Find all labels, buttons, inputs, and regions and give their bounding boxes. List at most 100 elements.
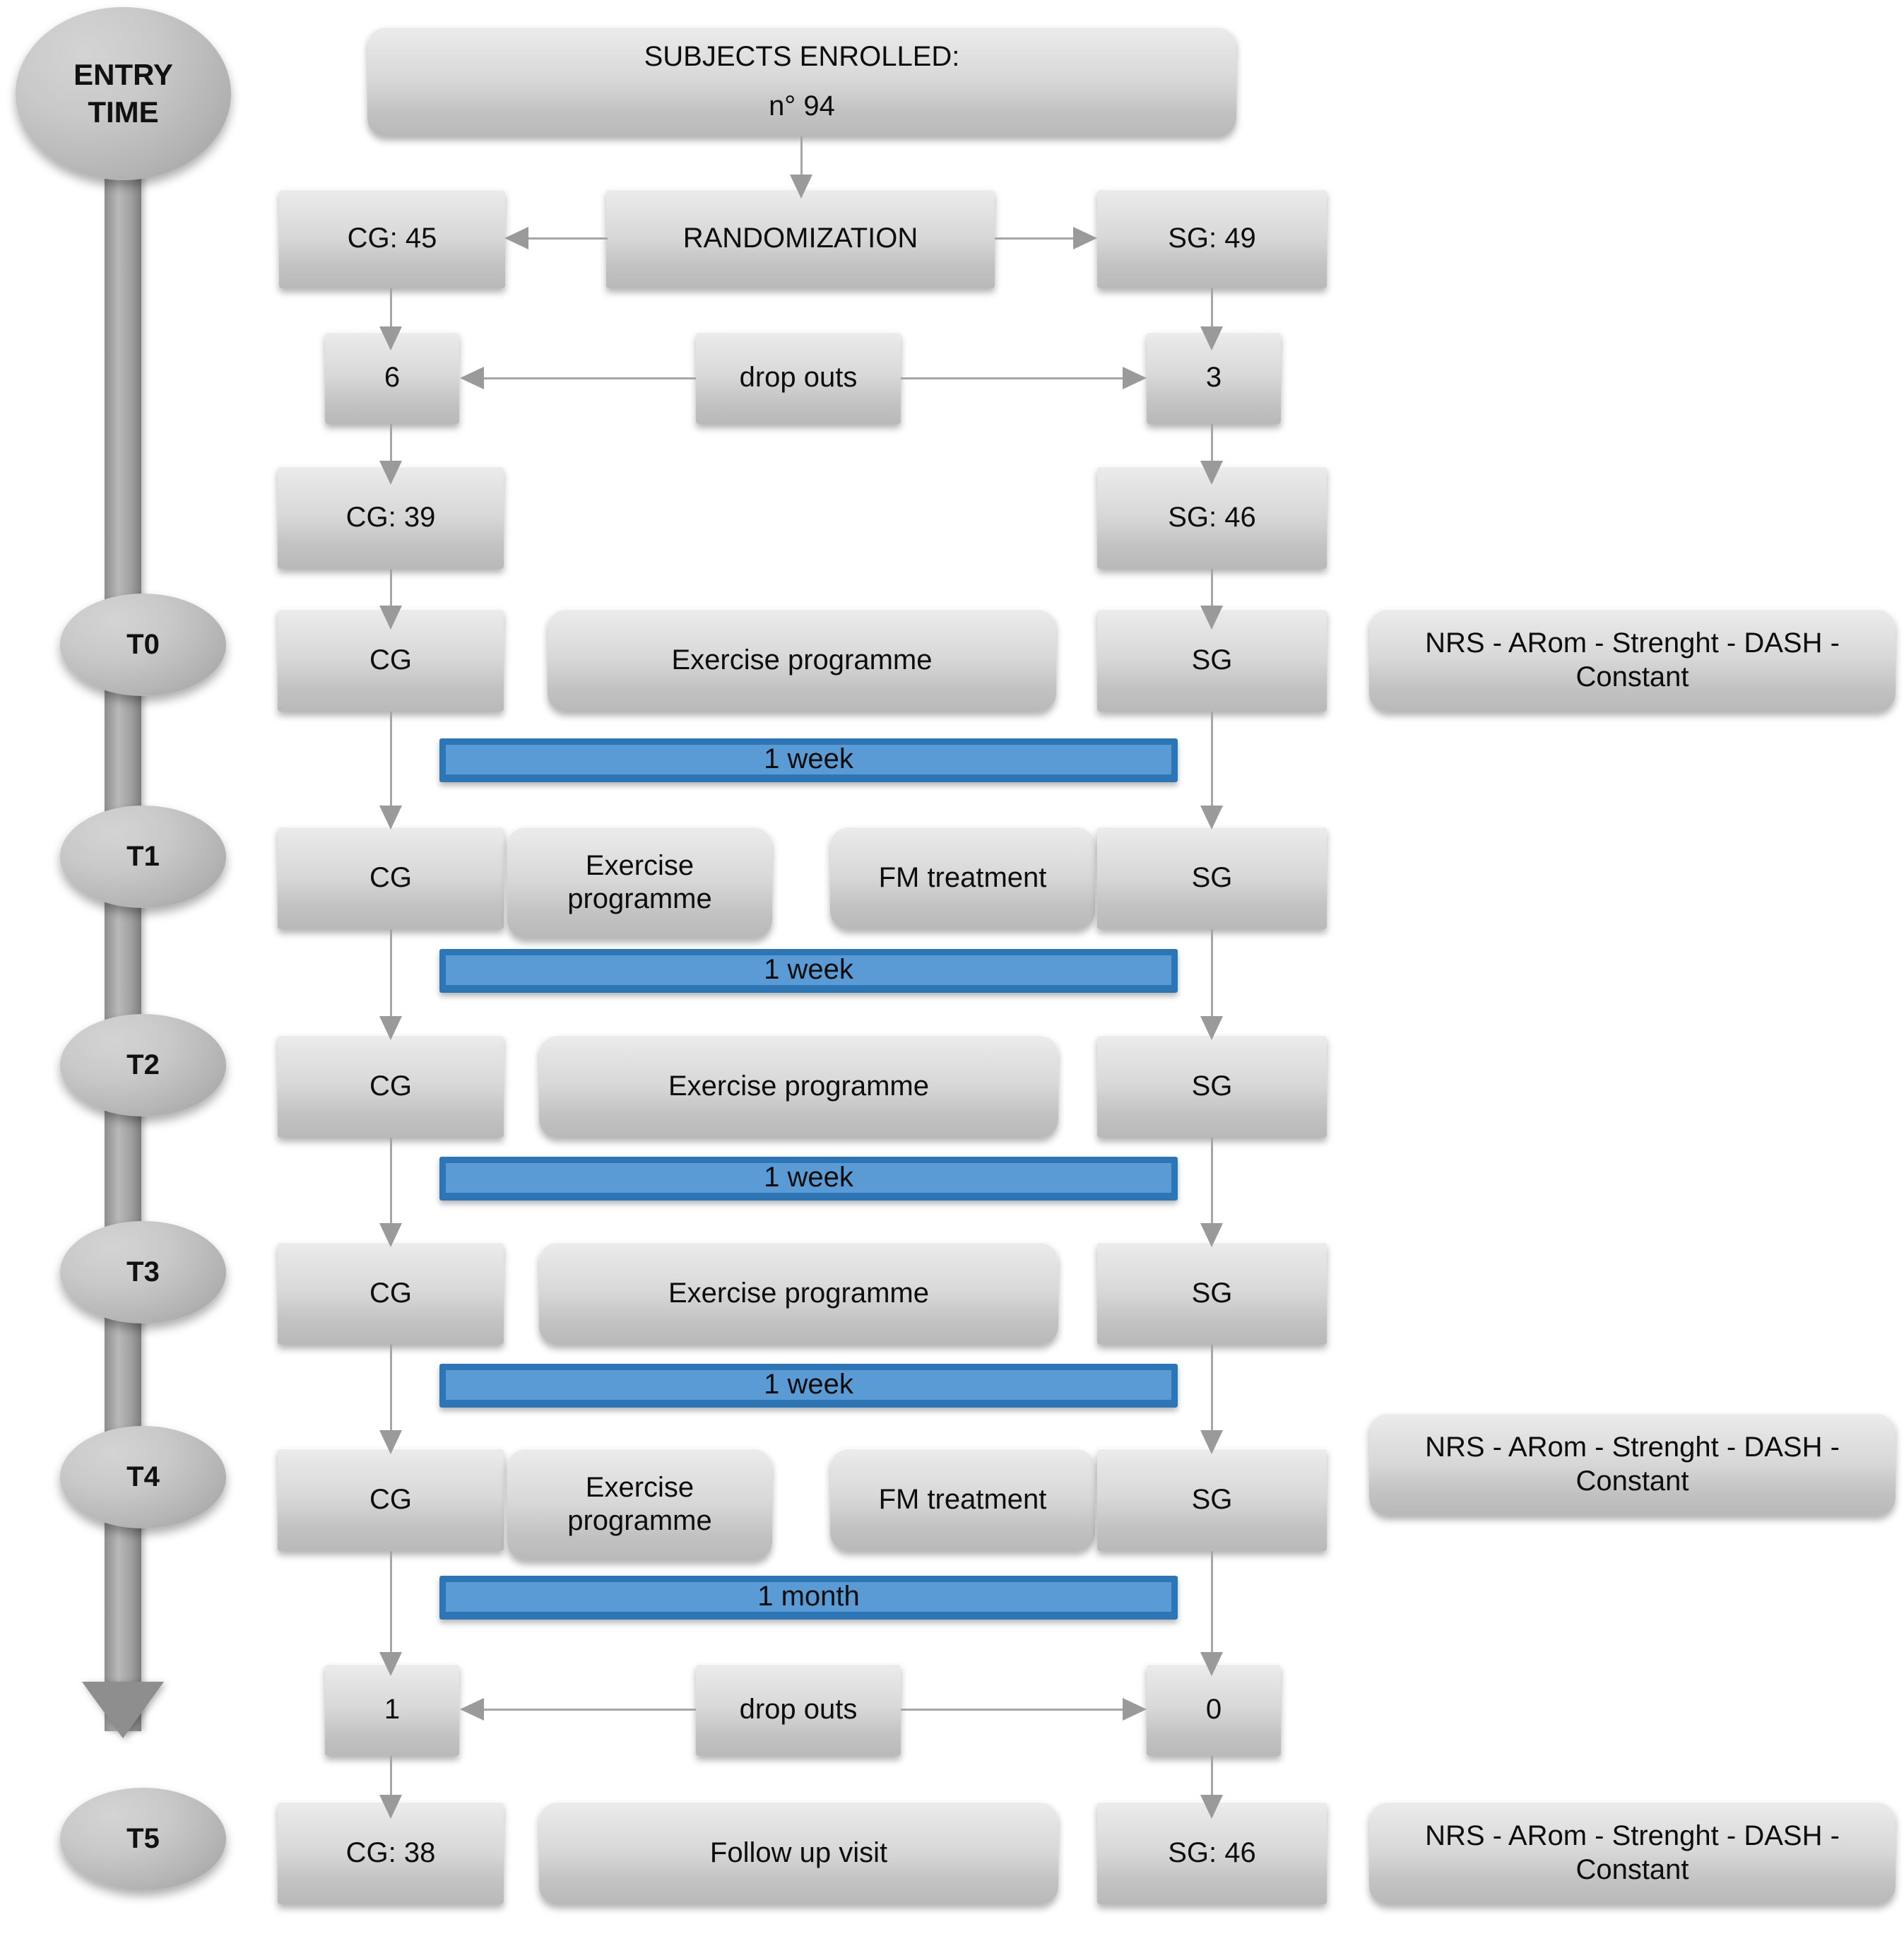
t5-assessment-box: NRS - ARom - Strenght - DASH - Constant: [1369, 1802, 1896, 1904]
t0-study-label: SG: [1191, 644, 1233, 676]
t4-control-label: CG: [369, 1483, 412, 1515]
timeline-entry-time: ENTRY TIME: [16, 7, 231, 180]
control-group-initial-box: CG: 45: [279, 189, 505, 288]
connector-t2-to-t3-study-arrow-icon: [1200, 1223, 1223, 1247]
t4-assessment-box: NRS - ARom - Strenght - DASH - Constant: [1369, 1413, 1896, 1516]
interval-t0-t1-label: 1 week: [764, 743, 853, 775]
connector-t1-to-t2-study: [1211, 929, 1213, 1021]
dropouts-first-label-box: drop outs: [696, 332, 901, 424]
t2-control-label: CG: [369, 1070, 412, 1102]
dropouts-second-study-box: 0: [1147, 1664, 1281, 1756]
connector-cg39-to-t0-arrow-icon: [379, 606, 402, 630]
dropouts-second-label-box: drop outs: [696, 1664, 901, 1756]
connector-t2-to-t3-control-arrow-icon: [379, 1223, 402, 1247]
connector-randomization-to-control: [528, 237, 608, 240]
connector-t0-to-t1-control-arrow-icon: [379, 806, 402, 830]
connector-dropouts-second-to-t5-study-arrow-icon: [1200, 1795, 1223, 1819]
interval-t4-t5-label: 1 month: [757, 1581, 860, 1612]
connector-randomization-to-study: [995, 237, 1073, 240]
subjects-enrolled-count: n° 94: [769, 90, 835, 122]
connector-t3-to-t4-control-arrow-icon: [379, 1430, 402, 1454]
connector-randomization-to-control-arrow-icon: [504, 227, 528, 249]
interval-t0-t1-bar: 1 week: [439, 738, 1178, 782]
t5-middle-label: Follow up visit: [709, 1836, 888, 1868]
connector-t1-to-t2-control: [390, 929, 392, 1021]
t4-study-box: SG: [1097, 1449, 1327, 1551]
t3-control-label: CG: [369, 1277, 412, 1309]
connector-t1-to-t2-control-arrow-icon: [379, 1016, 402, 1040]
connector-dropouts-second-to-control-arrow-icon: [460, 1698, 484, 1721]
t1-middle-box: FM treatment: [830, 827, 1095, 929]
t2-control-box: CG: [278, 1035, 504, 1138]
connector-dropouts-to-sg46-arrow-icon: [1200, 461, 1223, 485]
t0-assessment-box: NRS - ARom - Strenght - DASH - Constant: [1369, 609, 1896, 712]
connector-t4-to-dropouts-second-study-arrow-icon: [1200, 1652, 1223, 1676]
t2-middle-box: Exercise programme: [539, 1035, 1058, 1138]
connector-t1-to-t2-study-arrow-icon: [1200, 1016, 1223, 1040]
connector-t0-to-t1-study: [1211, 712, 1213, 810]
interval-t2-t3-bar: 1 week: [439, 1157, 1178, 1201]
study-group-initial-box: SG: 49: [1097, 189, 1327, 288]
connector-t0-to-t1-control: [390, 712, 392, 810]
t4-middle-box: FM treatment: [830, 1449, 1095, 1551]
connector-sg49-to-dropouts: [1211, 288, 1213, 332]
connector-t3-to-t4-study: [1211, 1345, 1213, 1435]
t5-study-label: SG: 46: [1168, 1836, 1256, 1868]
connector-t2-to-t3-study: [1211, 1138, 1213, 1228]
timeline-arrowhead-icon: [82, 1682, 164, 1738]
t3-control-box: CG: [278, 1242, 504, 1345]
t4-control-box: CG: [278, 1449, 504, 1551]
dropouts-first-control-value: 6: [384, 362, 401, 394]
timeline-point-t4-label: T4: [126, 1461, 160, 1492]
connector-dropouts-first-to-study-arrow-icon: [1123, 367, 1147, 389]
timeline-point-t0: T0: [60, 594, 226, 696]
connector-t3-to-t4-control: [390, 1345, 392, 1435]
connector-dropouts-first-to-control-arrow-icon: [460, 367, 484, 389]
interval-t1-t2-bar: 1 week: [439, 949, 1178, 993]
t1-control-extra-box: Exercise programme: [507, 827, 772, 938]
connector-dropouts-second-to-t5-study: [1211, 1756, 1213, 1800]
timeline-point-t3: T3: [60, 1221, 226, 1323]
timeline-point-t2-label: T2: [126, 1049, 160, 1080]
connector-t4-to-dropouts-second-study: [1211, 1551, 1213, 1657]
t0-middle-box: Exercise programme: [548, 609, 1056, 712]
t4-assessment-label: NRS - ARom - Strenght - DASH - Constant: [1425, 1432, 1840, 1497]
t2-study-label: SG: [1191, 1070, 1233, 1102]
t1-control-box: CG: [278, 827, 504, 929]
t3-middle-box: Exercise programme: [539, 1242, 1058, 1345]
randomization-label: RANDOMIZATION: [682, 223, 918, 254]
timeline-point-t2: T2: [60, 1014, 226, 1116]
connector-t0-to-t1-study-arrow-icon: [1200, 806, 1223, 830]
interval-t4-t5-bar: 1 month: [439, 1576, 1178, 1620]
timeline-point-t1-label: T1: [126, 840, 160, 872]
randomization-box: RANDOMIZATION: [606, 189, 995, 288]
study-group-after-dropouts-label: SG: 46: [1168, 501, 1256, 533]
connector-t3-to-t4-study-arrow-icon: [1200, 1430, 1223, 1454]
t5-assessment-label: NRS - ARom - Strenght - DASH - Constant: [1425, 1820, 1840, 1885]
t4-control-extra-label: Exercise programme: [567, 1471, 712, 1536]
t1-control-extra-label: Exercise programme: [567, 849, 712, 914]
t0-control-label: CG: [369, 644, 412, 676]
dropouts-second-label: drop outs: [739, 1694, 858, 1726]
connector-cg45-to-dropouts-arrow-icon: [379, 326, 402, 350]
connector-dropouts-second-to-study-arrow-icon: [1123, 1698, 1147, 1721]
subjects-enrolled-title: SUBJECTS ENROLLED:: [644, 41, 960, 73]
connector-dropouts-to-cg39-arrow-icon: [379, 461, 402, 485]
connector-enrolled-to-randomization: [800, 136, 803, 180]
dropouts-second-study-value: 0: [1205, 1694, 1222, 1726]
interval-t2-t3-label: 1 week: [764, 1162, 853, 1193]
connector-t4-to-dropouts-second-control: [390, 1551, 392, 1657]
interval-t3-t4-bar: 1 week: [439, 1364, 1178, 1408]
t2-middle-label: Exercise programme: [668, 1070, 929, 1102]
interval-t1-t2-label: 1 week: [764, 954, 853, 986]
connector-dropouts-second-to-control: [484, 1709, 696, 1711]
connector-enrolled-to-randomization-arrow-icon: [790, 175, 812, 199]
connector-t4-to-dropouts-second-control-arrow-icon: [379, 1652, 402, 1676]
dropouts-second-control-box: 1: [325, 1664, 459, 1756]
timeline-entry-time-label: ENTRY TIME: [73, 58, 173, 129]
connector-dropouts-second-to-t5-control: [390, 1756, 392, 1800]
flow-diagram-canvas: ENTRY TIME T0 T1 T2 T3 T4 T5 SUBJECTS EN…: [0, 0, 1904, 1934]
t0-assessment-label: NRS - ARom - Strenght - DASH - Constant: [1425, 627, 1840, 692]
t1-study-label: SG: [1191, 861, 1233, 893]
t4-middle-label: FM treatment: [878, 1483, 1047, 1515]
